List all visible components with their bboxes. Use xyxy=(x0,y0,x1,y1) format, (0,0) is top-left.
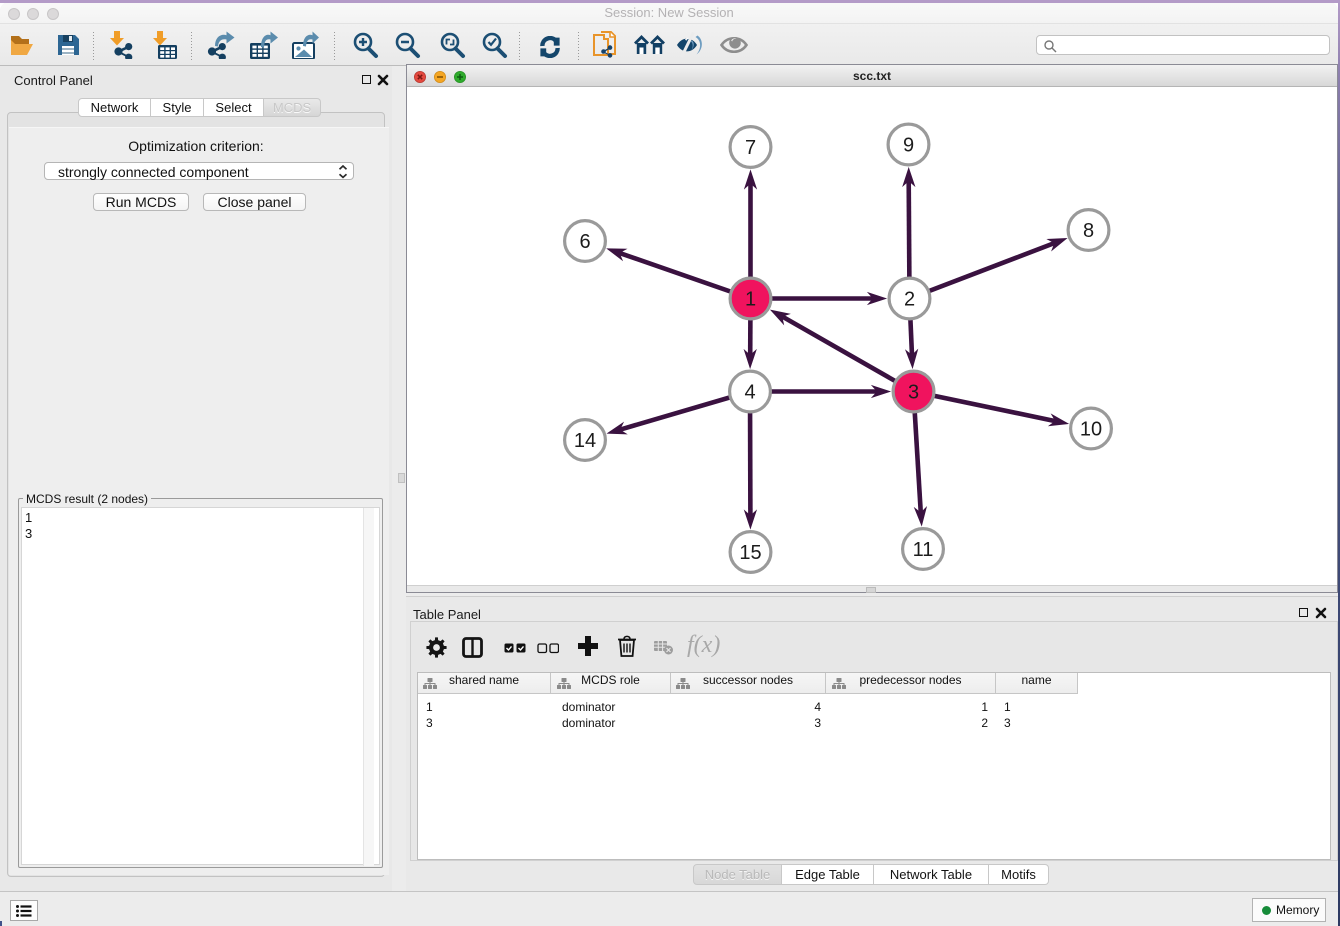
svg-text:4: 4 xyxy=(744,382,755,404)
svg-text:6: 6 xyxy=(579,231,590,253)
svg-text:9: 9 xyxy=(903,135,914,157)
svg-text:10: 10 xyxy=(1080,419,1102,441)
svg-text:7: 7 xyxy=(745,137,756,159)
svg-text:14: 14 xyxy=(574,430,596,452)
svg-text:1: 1 xyxy=(745,289,756,311)
svg-text:15: 15 xyxy=(739,542,761,564)
svg-text:3: 3 xyxy=(908,382,919,404)
svg-text:8: 8 xyxy=(1083,220,1094,242)
svg-text:11: 11 xyxy=(913,539,934,561)
svg-text:2: 2 xyxy=(904,289,915,311)
